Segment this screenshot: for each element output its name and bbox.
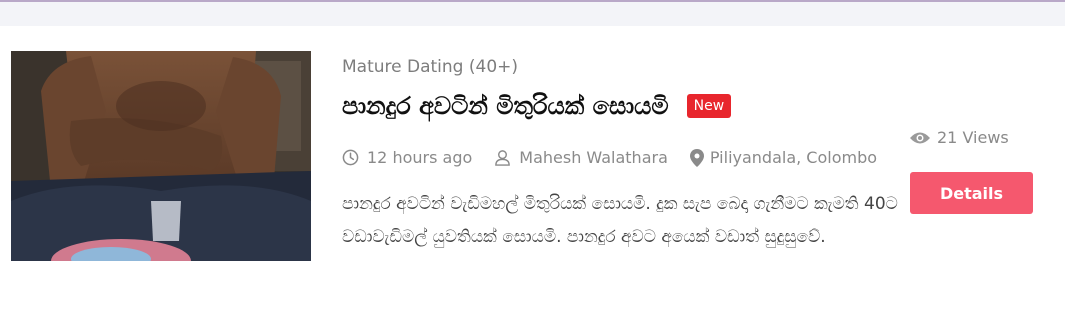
listing-card: Mature Dating (40+) පානදුර අවටින් මිතුරි… xyxy=(0,26,1065,312)
listing-description: පානදුර අවටින් වැඩිමහල් මිතුරියක් සොයමි. … xyxy=(342,194,898,247)
listing-meta: 12 hours ago Mahesh Walathara Piliyandal… xyxy=(342,148,899,167)
views-text: 21 Views xyxy=(937,128,1009,147)
views-count: 21 Views xyxy=(910,128,1009,147)
user-icon xyxy=(495,150,511,166)
listing-category[interactable]: Mature Dating (40+) xyxy=(342,57,518,77)
meta-location: Piliyandala, Colombo xyxy=(689,148,878,167)
listing-thumbnail[interactable] xyxy=(11,51,311,261)
map-pin-icon xyxy=(689,148,704,167)
eye-icon xyxy=(910,132,930,143)
meta-time: 12 hours ago xyxy=(342,148,472,167)
listing-title-row: පානදුර අවටින් මිතුරියක් සොයමි New xyxy=(342,92,732,120)
top-strip xyxy=(0,0,1065,26)
listing-title[interactable]: පානදුර අවටින් මිතුරියක් සොයමි xyxy=(342,92,669,120)
meta-location-text: Piliyandala, Colombo xyxy=(709,148,878,167)
meta-author-text[interactable]: Mahesh Walathara xyxy=(519,148,668,167)
meta-time-text: 12 hours ago xyxy=(367,148,473,167)
clock-icon xyxy=(342,149,359,166)
listing-photo xyxy=(11,51,311,261)
new-badge: New xyxy=(686,94,732,118)
meta-author[interactable]: Mahesh Walathara xyxy=(494,148,668,167)
details-button[interactable]: Details xyxy=(910,172,1033,214)
